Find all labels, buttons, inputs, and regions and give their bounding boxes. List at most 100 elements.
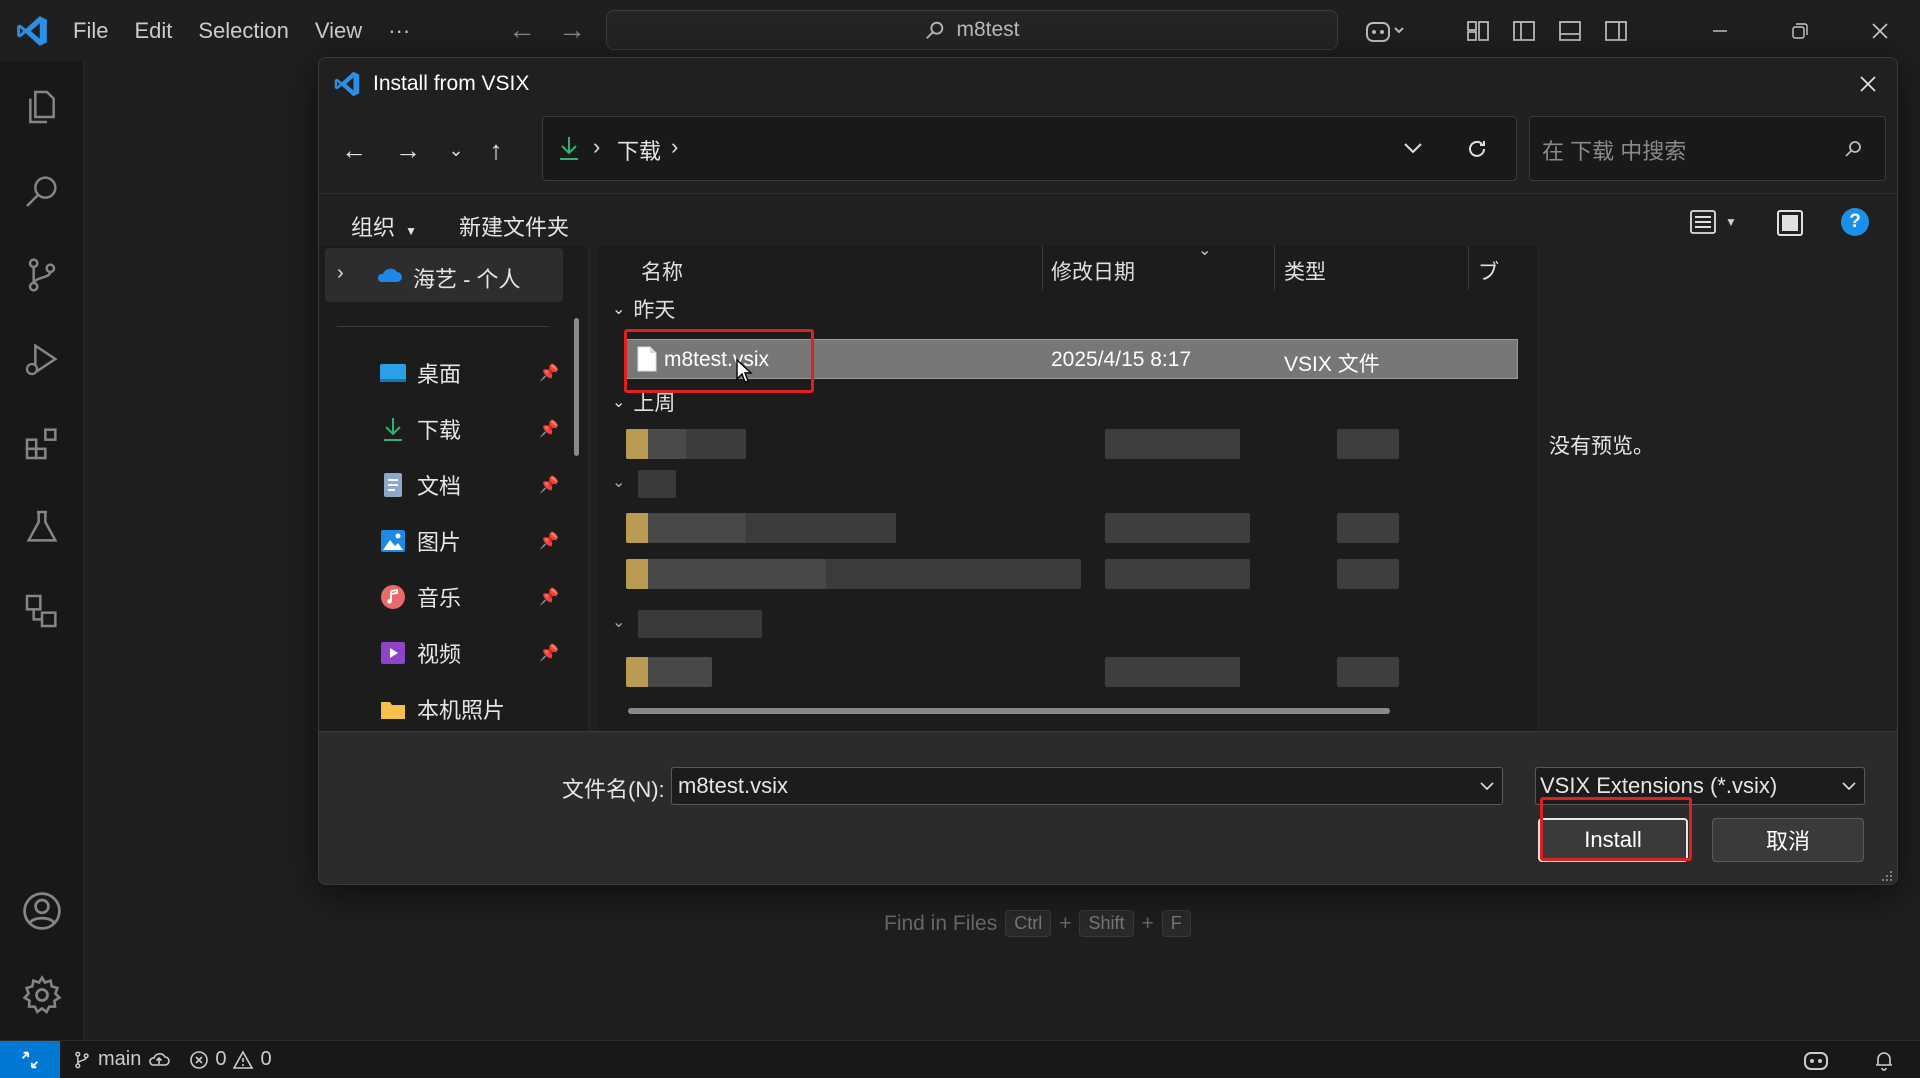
key-plus: + — [1141, 911, 1154, 935]
menu-edit[interactable]: Edit — [121, 11, 185, 51]
source-control-icon[interactable] — [16, 249, 68, 301]
redacted-file-row[interactable] — [598, 424, 1518, 464]
column-separator[interactable] — [1274, 246, 1275, 290]
dialog-command-bar: 组织 ▼ 新建文件夹 ▼ ? — [319, 193, 1897, 253]
breadcrumb-separator[interactable]: › — [671, 134, 678, 160]
recent-locations-chevron-icon[interactable]: ⌄ — [434, 128, 478, 172]
column-header-type[interactable]: 类型 — [1284, 256, 1326, 286]
key-f: F — [1161, 910, 1191, 937]
folder-search-input[interactable]: 在 下载 中搜索 — [1529, 116, 1886, 181]
filename-input[interactable]: m8test.vsix — [671, 767, 1503, 805]
testing-icon[interactable] — [16, 501, 68, 553]
new-folder-button[interactable]: 新建文件夹 — [459, 210, 569, 242]
view-options-button[interactable]: ▼ — [1689, 208, 1737, 236]
filename-value: m8test.vsix — [678, 773, 789, 798]
redacted-file-row[interactable] — [598, 652, 1518, 692]
pin-icon: 📌 — [539, 365, 559, 382]
column-separator[interactable] — [1042, 246, 1043, 290]
onedrive-tree-item[interactable]: › 海艺 - 个人 — [325, 248, 563, 302]
accounts-icon[interactable] — [16, 885, 68, 937]
restore-icon[interactable] — [1760, 0, 1840, 61]
filename-dropdown-chevron-icon[interactable] — [1480, 781, 1494, 791]
file-modified: 2025/4/15 8:17 — [1051, 348, 1192, 371]
quick-access-music[interactable]: 音乐 — [379, 577, 461, 617]
problems-status[interactable]: 0 0 — [189, 1048, 272, 1071]
quick-access-label: 文档 — [417, 474, 462, 499]
quick-access-videos[interactable]: 视频 — [379, 633, 461, 673]
expand-chevron-icon[interactable]: › — [337, 262, 344, 285]
redacted-group-header[interactable]: ⌄ — [598, 468, 1518, 502]
download-icon — [560, 137, 578, 160]
quick-access-label: 下载 — [417, 418, 462, 443]
resize-grip-icon[interactable] — [1881, 870, 1893, 882]
menu-selection[interactable]: Selection — [185, 11, 302, 51]
filter-dropdown-chevron-icon[interactable] — [1842, 781, 1856, 791]
menu-file[interactable]: File — [60, 11, 121, 51]
address-bar[interactable]: › 下载 › — [542, 116, 1517, 181]
vscode-logo-icon — [17, 16, 47, 46]
run-debug-icon[interactable] — [16, 333, 68, 385]
minimize-icon[interactable] — [1680, 0, 1760, 61]
preview-pane-icon[interactable] — [1775, 208, 1805, 238]
back-icon[interactable]: ← — [332, 128, 376, 172]
organize-dropdown-icon: ▼ — [405, 224, 418, 238]
warning-icon — [233, 1049, 254, 1069]
view-dropdown-icon: ▼ — [1725, 215, 1737, 229]
error-icon — [190, 1050, 209, 1069]
document-icon — [384, 473, 402, 497]
download-icon — [384, 418, 402, 441]
menu-view[interactable]: View — [302, 11, 375, 51]
organize-menu[interactable]: 组织 ▼ — [351, 210, 417, 242]
up-folder-icon[interactable]: ↑ — [474, 128, 518, 172]
cancel-button[interactable]: 取消 — [1712, 818, 1864, 862]
quick-access-label: 音乐 — [417, 586, 462, 611]
menu-more[interactable]: ··· — [375, 11, 423, 51]
copilot-icon[interactable] — [1355, 12, 1415, 50]
breadcrumb-downloads[interactable]: 下载 — [617, 134, 661, 166]
notifications-bell-icon[interactable] — [1873, 1049, 1895, 1077]
extensions-icon[interactable] — [16, 417, 68, 469]
redacted-group-header[interactable]: ⌄ — [598, 608, 1518, 642]
quick-access-downloads[interactable]: 下载 — [379, 409, 461, 449]
redacted-file-row[interactable] — [598, 554, 1518, 594]
customize-layout-icon[interactable] — [1455, 12, 1501, 50]
folder-icon — [381, 702, 405, 719]
redacted-file-row[interactable] — [598, 508, 1518, 548]
explorer-icon[interactable] — [16, 81, 68, 133]
dialog-title: Install from VSIX — [373, 72, 530, 95]
close-window-icon[interactable] — [1840, 0, 1920, 61]
column-header-name[interactable]: 名称 — [641, 256, 683, 286]
manage-gear-icon[interactable] — [16, 969, 68, 1021]
remote-indicator-icon[interactable] — [0, 1040, 60, 1078]
address-dropdown-chevron-icon[interactable] — [1403, 141, 1423, 155]
column-header-modified[interactable]: 修改日期 — [1051, 256, 1135, 286]
quick-access-desktop[interactable]: 桌面 — [379, 353, 461, 393]
forward-arrow-icon[interactable]: → — [555, 14, 589, 46]
quick-access-documents[interactable]: 文档 — [379, 465, 461, 505]
remote-explorer-icon[interactable] — [16, 585, 68, 637]
copilot-status-icon[interactable] — [1802, 1049, 1830, 1077]
title-bar: File Edit Selection View ··· ← → m8test — [0, 0, 1920, 61]
search-icon[interactable] — [16, 165, 68, 217]
help-icon[interactable]: ? — [1841, 208, 1869, 236]
branch-status[interactable]: main — [72, 1048, 171, 1071]
toggle-panel-icon[interactable] — [1547, 12, 1593, 50]
back-arrow-icon[interactable]: ← — [505, 14, 539, 46]
group-header-yesterday[interactable]: ⌄ 昨天 — [612, 294, 675, 324]
dialog-close-icon[interactable] — [1847, 64, 1889, 104]
toggle-secondary-sidebar-icon[interactable] — [1593, 12, 1639, 50]
group-label: 昨天 — [633, 299, 676, 322]
file-list-horizontal-scrollbar[interactable] — [628, 708, 1390, 714]
highlight-box-selected-file — [624, 329, 814, 393]
column-header-size[interactable]: ブ — [1478, 256, 1499, 286]
toggle-primary-sidebar-icon[interactable] — [1501, 12, 1547, 50]
column-separator[interactable] — [1468, 246, 1469, 290]
quick-access-pictures[interactable]: 图片 — [379, 521, 461, 561]
nav-scrollbar[interactable] — [574, 318, 579, 456]
forward-icon[interactable]: → — [386, 128, 430, 172]
vscode-logo-icon — [334, 71, 360, 97]
quick-access-camera-roll[interactable]: 本机照片 — [379, 689, 505, 729]
command-center[interactable]: m8test — [606, 10, 1338, 50]
warning-count: 0 — [260, 1048, 272, 1070]
refresh-icon[interactable] — [1465, 137, 1489, 161]
